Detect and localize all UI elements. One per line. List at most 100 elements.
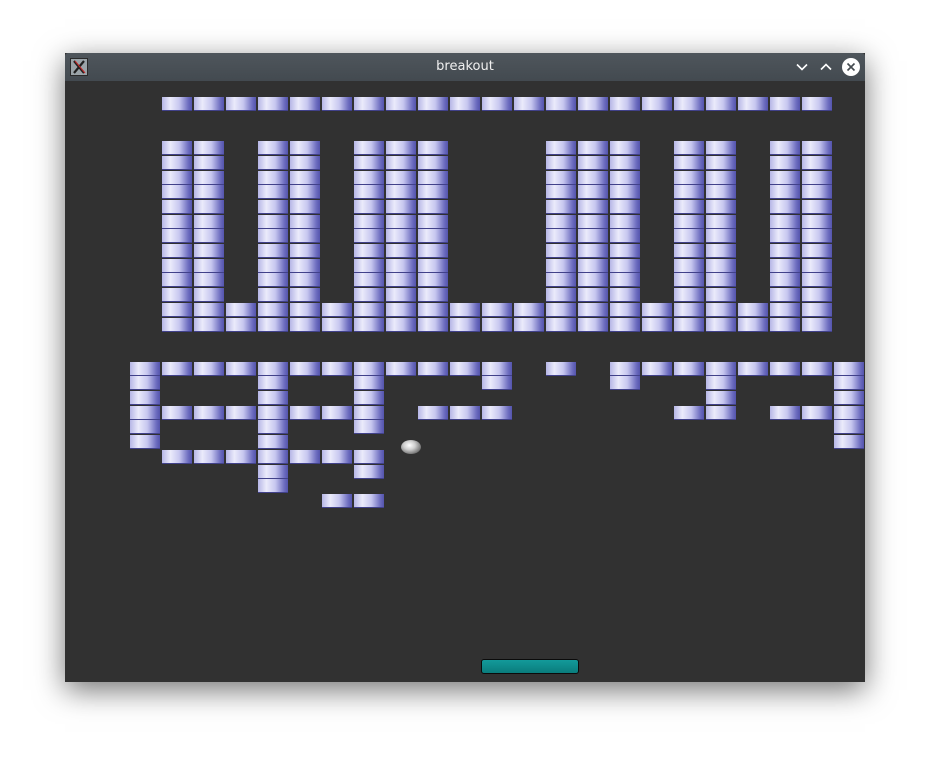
brick <box>642 318 672 332</box>
brick <box>706 156 736 170</box>
close-button[interactable] <box>841 57 861 77</box>
brick <box>546 97 576 111</box>
brick <box>290 215 320 229</box>
brick <box>738 362 768 376</box>
brick <box>738 303 768 317</box>
brick <box>386 244 416 258</box>
brick <box>706 303 736 317</box>
brick <box>610 273 640 287</box>
brick <box>194 288 224 302</box>
brick <box>418 273 448 287</box>
brick <box>802 171 832 185</box>
brick <box>834 435 864 449</box>
brick <box>418 229 448 243</box>
brick <box>770 97 800 111</box>
game-playfield[interactable] <box>65 81 865 682</box>
brick <box>162 244 192 258</box>
brick <box>226 303 256 317</box>
brick <box>162 141 192 155</box>
brick <box>290 303 320 317</box>
brick <box>610 303 640 317</box>
brick <box>802 303 832 317</box>
brick <box>418 259 448 273</box>
brick <box>226 318 256 332</box>
brick <box>546 259 576 273</box>
brick <box>674 156 704 170</box>
brick <box>258 435 288 449</box>
brick <box>194 244 224 258</box>
brick <box>258 318 288 332</box>
brick <box>802 200 832 214</box>
brick <box>578 244 608 258</box>
brick <box>546 200 576 214</box>
brick <box>610 97 640 111</box>
brick <box>610 229 640 243</box>
title-bar[interactable]: breakout <box>65 53 865 81</box>
brick <box>162 406 192 420</box>
brick <box>834 406 864 420</box>
brick <box>706 171 736 185</box>
brick <box>354 318 384 332</box>
brick <box>258 200 288 214</box>
brick <box>770 156 800 170</box>
brick <box>578 97 608 111</box>
brick <box>674 406 704 420</box>
brick <box>770 215 800 229</box>
brick <box>674 171 704 185</box>
brick <box>162 259 192 273</box>
brick <box>834 362 864 376</box>
brick <box>354 420 384 434</box>
brick <box>674 273 704 287</box>
brick <box>386 288 416 302</box>
brick <box>194 215 224 229</box>
brick <box>770 318 800 332</box>
brick <box>354 244 384 258</box>
brick <box>546 362 576 376</box>
brick <box>706 259 736 273</box>
minimize-button[interactable] <box>792 57 812 77</box>
brick <box>418 406 448 420</box>
brick <box>258 303 288 317</box>
brick <box>738 318 768 332</box>
brick <box>258 420 288 434</box>
brick <box>258 244 288 258</box>
brick <box>322 406 352 420</box>
brick <box>674 141 704 155</box>
brick <box>674 185 704 199</box>
brick <box>290 318 320 332</box>
brick <box>290 362 320 376</box>
brick <box>162 215 192 229</box>
brick <box>706 229 736 243</box>
paddle[interactable] <box>481 659 579 674</box>
brick <box>546 244 576 258</box>
brick <box>706 273 736 287</box>
brick <box>258 156 288 170</box>
brick <box>674 362 704 376</box>
brick <box>354 465 384 479</box>
brick <box>674 288 704 302</box>
brick <box>642 303 672 317</box>
brick <box>802 362 832 376</box>
brick <box>226 97 256 111</box>
brick <box>546 215 576 229</box>
brick <box>706 406 736 420</box>
brick <box>290 171 320 185</box>
brick <box>354 376 384 390</box>
brick <box>194 303 224 317</box>
brick <box>706 215 736 229</box>
brick <box>770 288 800 302</box>
brick <box>194 259 224 273</box>
brick <box>258 450 288 464</box>
brick <box>674 303 704 317</box>
maximize-button[interactable] <box>816 57 836 77</box>
brick <box>450 303 480 317</box>
brick <box>802 97 832 111</box>
brick <box>130 406 160 420</box>
brick <box>578 141 608 155</box>
brick <box>354 259 384 273</box>
brick <box>546 156 576 170</box>
window-title: breakout <box>436 59 494 74</box>
brick <box>482 318 512 332</box>
brick <box>258 97 288 111</box>
brick <box>386 273 416 287</box>
